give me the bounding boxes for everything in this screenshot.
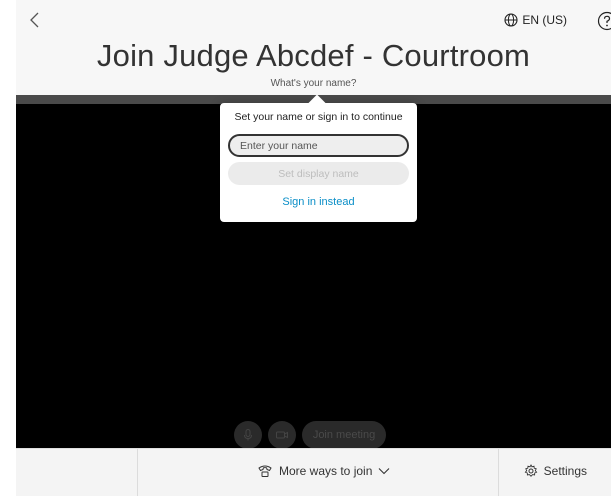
set-display-name-button[interactable]: Set display name [228, 162, 409, 185]
join-meeting-page: EN (US) Join Judge Abcdef - Courtroom Wh… [0, 0, 611, 495]
mute-button[interactable] [234, 421, 262, 449]
chevron-down-icon [378, 467, 390, 475]
more-ways-to-join-button[interactable]: More ways to join [257, 464, 390, 478]
left-margin [0, 0, 16, 495]
sign-in-link[interactable]: Sign in instead [220, 196, 417, 208]
settings-button[interactable]: Settings [524, 464, 587, 478]
language-selector[interactable]: EN (US) [504, 13, 567, 27]
name-prompt: What's your name? [16, 78, 611, 89]
name-input[interactable] [228, 134, 409, 157]
phone-join-icon [257, 464, 273, 478]
gear-icon [524, 464, 538, 478]
globe-icon [504, 13, 518, 27]
bottom-bar: More ways to join Settings [16, 448, 611, 496]
camera-icon [275, 428, 289, 442]
microphone-icon [241, 428, 255, 442]
bottom-divider-left [137, 449, 138, 496]
settings-label: Settings [544, 464, 587, 478]
bottom-divider-right [498, 449, 499, 496]
header: EN (US) Join Judge Abcdef - Courtroom Wh… [16, 0, 611, 95]
language-label: EN (US) [522, 13, 567, 27]
video-button[interactable] [268, 421, 296, 449]
help-button[interactable] [597, 11, 611, 31]
help-icon [597, 11, 611, 31]
more-ways-label: More ways to join [279, 464, 372, 478]
meeting-controls: Join meeting [234, 421, 386, 449]
page-title: Join Judge Abcdef - Courtroom [16, 38, 611, 74]
chevron-left-icon [26, 10, 46, 30]
back-button[interactable] [26, 10, 46, 30]
name-popover: Set your name or sign in to continue Set… [220, 103, 417, 222]
popover-heading: Set your name or sign in to continue [220, 111, 417, 123]
join-meeting-button[interactable]: Join meeting [302, 421, 386, 449]
